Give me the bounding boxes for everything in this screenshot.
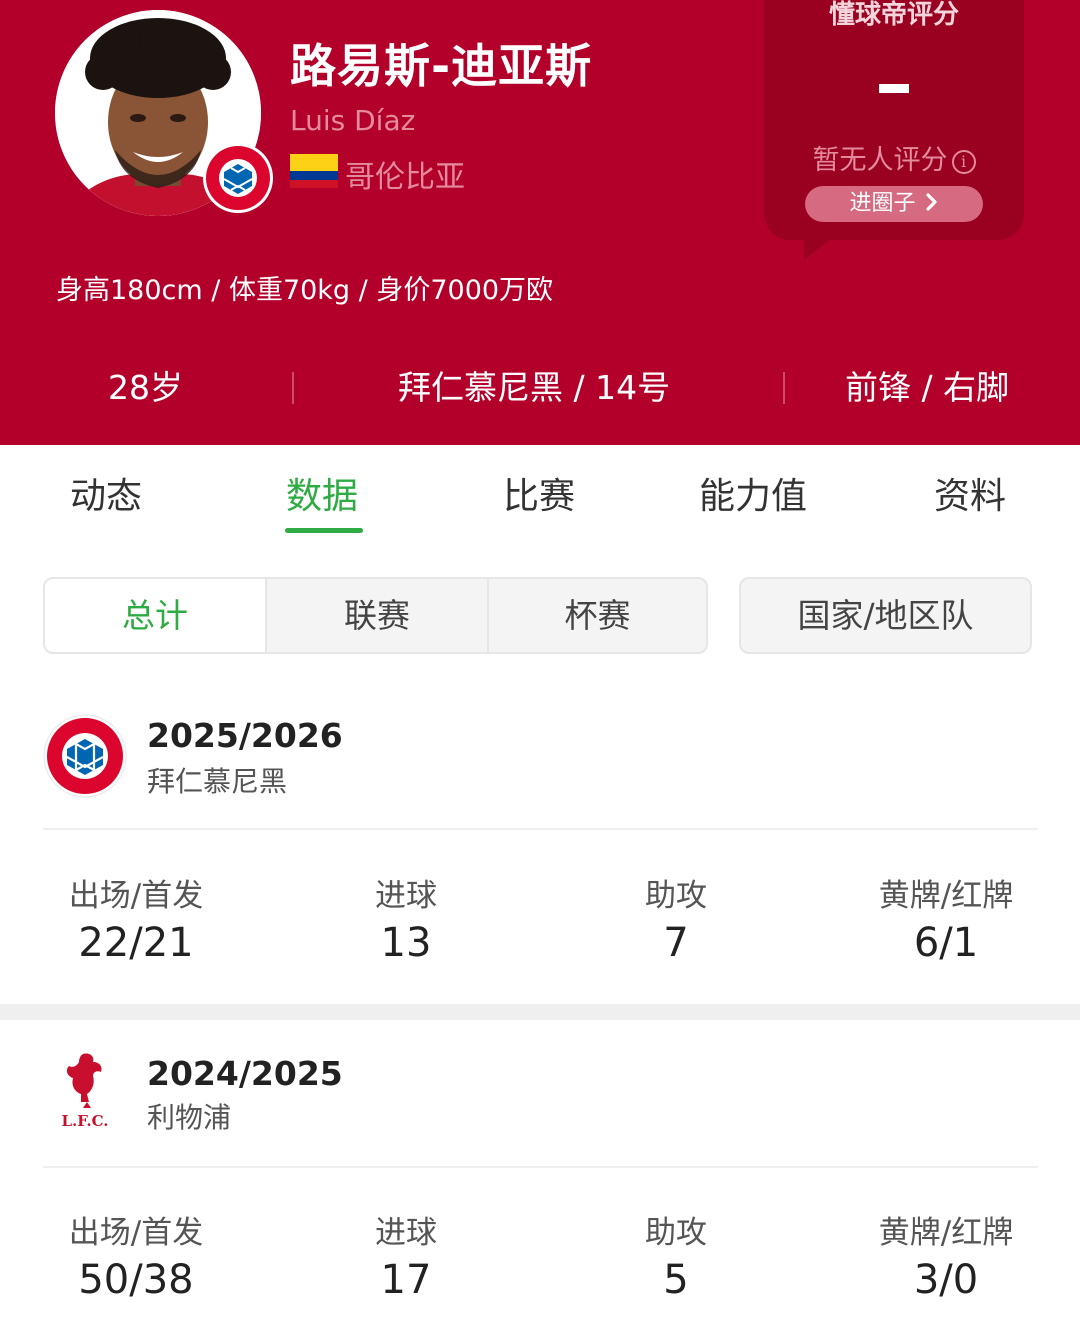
- player-age: 28岁: [108, 368, 183, 407]
- season-year: 2024/2025: [147, 1054, 343, 1093]
- tab-profile[interactable]: 资料: [934, 467, 1006, 519]
- tab-ability[interactable]: 能力值: [699, 467, 807, 519]
- player-name-en: Luis Díaz: [290, 104, 416, 137]
- season-card[interactable]: L.F.C. 2024/2025 利物浦 出场/首发 50/38 进球 17 助…: [0, 1020, 1080, 1323]
- stat-goals-label: 进球: [375, 878, 437, 914]
- stat-appearances-label: 出场/首发: [68, 878, 204, 914]
- stat-goals-value: 13: [380, 920, 432, 966]
- stat-cards-value: 6/1: [913, 920, 979, 966]
- section-gap: [0, 1004, 1080, 1020]
- season-divider: [43, 828, 1038, 830]
- rating-none-text: 暂无人评分 i: [764, 138, 1024, 177]
- tab-active-indicator: [285, 528, 363, 533]
- bayern-munich-logo: [43, 714, 127, 798]
- competition-filter: 总计 联赛 杯赛: [43, 577, 708, 654]
- stat-assists-label: 助攻: [645, 878, 707, 914]
- stat-appearances-value: 22/21: [78, 920, 194, 966]
- stat-goals-label: 进球: [375, 1215, 437, 1251]
- stat-appearances-value: 50/38: [78, 1257, 194, 1303]
- enter-circle-label: 进圈子: [849, 191, 916, 216]
- rating-card-tail: [804, 238, 832, 260]
- colombia-flag-icon: [290, 154, 338, 188]
- season-club: 利物浦: [147, 1101, 232, 1134]
- rating-title: 懂球帝评分: [828, 0, 959, 30]
- enter-circle-button[interactable]: 进圈子: [805, 186, 983, 222]
- season-divider: [43, 1166, 1038, 1168]
- season-card[interactable]: 2025/2026 拜仁慕尼黑 出场/首发 22/21 进球 13 助攻 7 黄…: [0, 690, 1080, 1004]
- rating-none-label: 暂无人评分: [812, 145, 948, 176]
- player-club-number[interactable]: 拜仁慕尼黑 / 14号: [398, 360, 670, 416]
- season-year: 2025/2026: [147, 716, 343, 755]
- tab-matches[interactable]: 比赛: [503, 467, 575, 519]
- meta-divider: [783, 372, 785, 404]
- meta-divider: [292, 372, 294, 404]
- player-name-cn: 路易斯-迪亚斯: [290, 39, 593, 93]
- stat-assists-value: 5: [663, 1257, 689, 1303]
- season-club: 拜仁慕尼黑: [147, 765, 288, 798]
- filter-league[interactable]: 联赛: [267, 579, 487, 652]
- bayern-badge-icon: [203, 143, 273, 213]
- stat-cards-label: 黄牌/红牌: [878, 1215, 1014, 1251]
- tab-dynamics[interactable]: 动态: [70, 467, 142, 519]
- player-header: 路易斯-迪亚斯 Luis Díaz 哥伦比亚 懂球帝评分 暂无人评分 i 进圈子 …: [0, 0, 1080, 445]
- player-position-foot: 前锋 / 右脚: [845, 368, 1010, 407]
- tab-data[interactable]: 数据: [286, 467, 358, 519]
- filter-cup[interactable]: 杯赛: [489, 579, 706, 652]
- player-meta-row: 28岁 拜仁慕尼黑 / 14号 前锋 / 右脚: [0, 360, 1080, 416]
- player-body-info: 身高180cm / 体重70kg / 身价7000万欧: [56, 275, 554, 306]
- stat-assists-label: 助攻: [645, 1215, 707, 1251]
- info-icon[interactable]: i: [951, 150, 976, 174]
- liverpool-logo-text: L.F.C.: [61, 1112, 108, 1130]
- stat-cards-label: 黄牌/红牌: [878, 878, 1014, 914]
- stat-cards-value: 3/0: [913, 1257, 979, 1303]
- filter-national-team[interactable]: 国家/地区队: [739, 577, 1032, 654]
- filter-total[interactable]: 总计: [45, 579, 265, 652]
- rating-value-dash: [879, 84, 909, 93]
- stat-goals-value: 17: [380, 1257, 432, 1303]
- player-nationality: 哥伦比亚: [345, 160, 465, 195]
- stat-appearances-label: 出场/首发: [68, 1215, 204, 1251]
- rating-card: 懂球帝评分 暂无人评分 i 进圈子: [764, 0, 1024, 240]
- liverpool-logo: L.F.C.: [61, 1053, 109, 1130]
- tab-bar: 动态 数据 比赛 能力值 资料: [0, 445, 1080, 540]
- stat-assists-value: 7: [663, 920, 689, 966]
- chevron-right-icon: [925, 193, 937, 211]
